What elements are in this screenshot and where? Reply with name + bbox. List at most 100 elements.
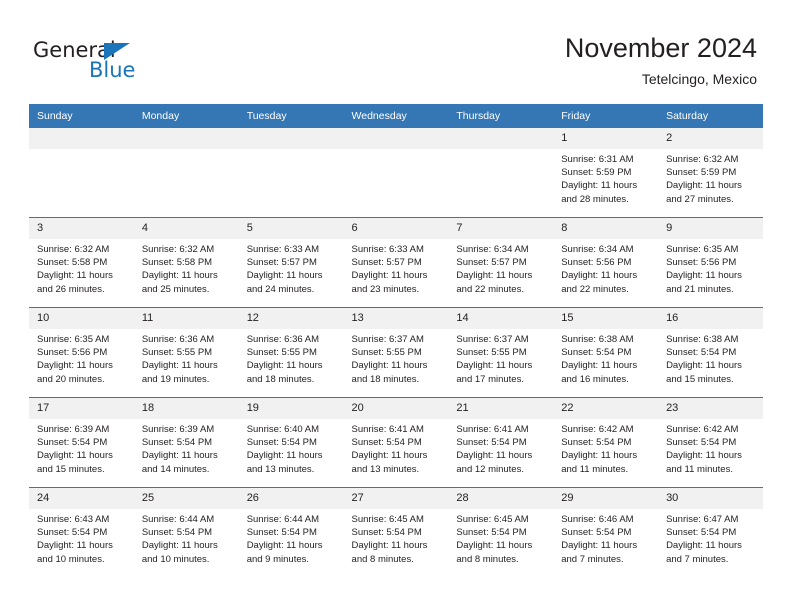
- daylight-text: Daylight: 11 hours and 7 minutes.: [561, 540, 638, 565]
- sunrise-text: Sunrise: 6:36 AM: [141, 334, 215, 345]
- day-details: Sunrise: 6:47 AM Sunset: 5:54 PM Daylight:…: [658, 509, 763, 566]
- logo-text-blue: Blue: [89, 58, 136, 82]
- day-number: 1: [553, 128, 659, 149]
- daylight-text: Daylight: 11 hours and 23 minutes.: [351, 270, 428, 295]
- day-number: 18: [133, 398, 239, 419]
- day-details: Sunrise: 6:41 AM Sunset: 5:54 PM Daylight:…: [448, 419, 553, 476]
- sunset-text: Sunset: 5:58 PM: [141, 257, 213, 269]
- calendar-day-cell[interactable]: 11 Sunrise: 6:36 AM Sunset: 5:55 PM Dayligh…: [133, 307, 239, 398]
- calendar-day-cell[interactable]: 21 Sunrise: 6:41 AM Sunset: 5:54 PM Dayligh…: [448, 397, 554, 488]
- sunrise-text: Sunrise: 6:45 AM: [456, 514, 529, 525]
- sunrise-text: Sunrise: 6:46 AM: [561, 514, 634, 525]
- sunset-text: Sunset: 5:54 PM: [246, 437, 317, 449]
- calendar-day-cell[interactable]: 13 Sunrise: 6:37 AM Sunset: 5:55 PM Dayligh…: [343, 307, 449, 398]
- sunset-text: Sunset: 5:57 PM: [456, 257, 527, 269]
- sunrise-text: Sunrise: 6:40 AM: [246, 424, 320, 435]
- day-details: Sunrise: 6:42 AM Sunset: 5:54 PM Daylight:…: [658, 419, 763, 476]
- calendar-day-cell[interactable]: 5 Sunrise: 6:33 AM Sunset: 5:57 PM Daylight…: [238, 217, 344, 308]
- calendar-day-cell[interactable]: 6 Sunrise: 6:33 AM Sunset: 5:57 PM Daylight…: [343, 217, 449, 308]
- sunrise-text: Sunrise: 6:45 AM: [351, 514, 424, 525]
- sunrise-text: Sunrise: 6:34 AM: [561, 244, 634, 255]
- calendar-day-cell[interactable]: 14 Sunrise: 6:37 AM Sunset: 5:55 PM Dayligh…: [448, 307, 554, 398]
- calendar-day-cell[interactable]: 12 Sunrise: 6:36 AM Sunset: 5:55 PM Dayligh…: [238, 307, 344, 398]
- day-number: [133, 128, 239, 149]
- sunrise-text: Sunrise: 6:41 AM: [456, 424, 529, 435]
- page-title: November 2024: [564, 33, 757, 63]
- daylight-text: Daylight: 11 hours and 17 minutes.: [456, 360, 533, 385]
- sunset-text: Sunset: 5:55 PM: [351, 347, 422, 359]
- calendar-day-cell[interactable]: 29 Sunrise: 6:46 AM Sunset: 5:54 PM Dayligh…: [553, 487, 659, 577]
- calendar-day-cell[interactable]: 2 Sunrise: 6:32 AM Sunset: 5:59 PM Daylight…: [658, 128, 763, 218]
- day-number: 10: [29, 308, 134, 329]
- calendar-day-cell[interactable]: 7 Sunrise: 6:34 AM Sunset: 5:57 PM Daylight…: [448, 217, 554, 308]
- sunrise-text: Sunrise: 6:44 AM: [246, 514, 320, 525]
- calendar-day-cell[interactable]: 25 Sunrise: 6:44 AM Sunset: 5:54 PM Dayligh…: [133, 487, 239, 577]
- page-header: General Blue November 2024 Tetelcingo, M…: [0, 0, 792, 100]
- sunrise-text: Sunrise: 6:34 AM: [456, 244, 529, 255]
- day-number: [343, 128, 449, 149]
- calendar-day-cell[interactable]: 4 Sunrise: 6:32 AM Sunset: 5:58 PM Daylight…: [133, 217, 239, 308]
- sunrise-text: Sunrise: 6:32 AM: [666, 154, 739, 165]
- calendar-day-cell[interactable]: 28 Sunrise: 6:45 AM Sunset: 5:54 PM Dayligh…: [448, 487, 554, 577]
- weekday-header-wednesday: Wednesday: [343, 104, 449, 128]
- brand-logo[interactable]: General Blue: [33, 38, 213, 86]
- sunset-text: Sunset: 5:54 PM: [666, 347, 737, 359]
- calendar-day-cell[interactable]: 19 Sunrise: 6:40 AM Sunset: 5:54 PM Dayligh…: [238, 397, 344, 488]
- day-details: Sunrise: 6:38 AM Sunset: 5:54 PM Daylight:…: [553, 329, 658, 386]
- sunrise-text: Sunrise: 6:37 AM: [456, 334, 529, 345]
- calendar-day-cell[interactable]: 23 Sunrise: 6:42 AM Sunset: 5:54 PM Dayligh…: [658, 397, 763, 488]
- sunset-text: Sunset: 5:54 PM: [246, 527, 317, 539]
- day-number: 17: [29, 398, 134, 419]
- calendar-day-cell[interactable]: 3 Sunrise: 6:32 AM Sunset: 5:58 PM Daylight…: [29, 217, 134, 308]
- day-details: Sunrise: 6:32 AM Sunset: 5:59 PM Daylight:…: [658, 149, 763, 206]
- title-block: November 2024 Tetelcingo, Mexico: [565, 32, 757, 89]
- calendar-day-cell[interactable]: 24 Sunrise: 6:43 AM Sunset: 5:54 PM Dayligh…: [29, 487, 134, 577]
- daylight-text: Daylight: 11 hours and 9 minutes.: [246, 540, 323, 565]
- calendar-day-cell[interactable]: 1 Sunrise: 6:31 AM Sunset: 5:59 PM Daylight…: [553, 128, 659, 218]
- calendar-day-cell[interactable]: 9 Sunrise: 6:35 AM Sunset: 5:56 PM Daylight…: [658, 217, 763, 308]
- calendar-day-cell[interactable]: 27 Sunrise: 6:45 AM Sunset: 5:54 PM Dayligh…: [343, 487, 449, 577]
- sunrise-text: Sunrise: 6:39 AM: [141, 424, 215, 435]
- day-number: 6: [343, 218, 449, 239]
- sunrise-text: Sunrise: 6:33 AM: [351, 244, 424, 255]
- calendar-header-row: Sunday Monday Tuesday Wednesday Thursday…: [29, 104, 763, 128]
- calendar-day-cell[interactable]: 18 Sunrise: 6:39 AM Sunset: 5:54 PM Dayligh…: [133, 397, 239, 488]
- day-details: Sunrise: 6:33 AM Sunset: 5:57 PM Daylight:…: [239, 239, 344, 296]
- calendar-day-cell[interactable]: 20 Sunrise: 6:41 AM Sunset: 5:54 PM Dayligh…: [343, 397, 449, 488]
- day-details: Sunrise: 6:39 AM Sunset: 5:54 PM Daylight:…: [134, 419, 239, 476]
- sunset-text: Sunset: 5:56 PM: [666, 257, 737, 269]
- daylight-text: Daylight: 11 hours and 11 minutes.: [666, 450, 742, 475]
- calendar-day-cell[interactable]: 16 Sunrise: 6:38 AM Sunset: 5:54 PM Dayligh…: [658, 307, 763, 398]
- daylight-text: Daylight: 11 hours and 8 minutes.: [351, 540, 428, 565]
- daylight-text: Daylight: 11 hours and 12 minutes.: [456, 450, 533, 475]
- day-details: Sunrise: 6:32 AM Sunset: 5:58 PM Daylight:…: [134, 239, 239, 296]
- weekday-header-tuesday: Tuesday: [238, 104, 344, 128]
- calendar-day-cell[interactable]: 22 Sunrise: 6:42 AM Sunset: 5:54 PM Dayligh…: [553, 397, 659, 488]
- calendar-day-cell[interactable]: 30 Sunrise: 6:47 AM Sunset: 5:54 PM Dayligh…: [658, 487, 763, 577]
- daylight-text: Daylight: 11 hours and 18 minutes.: [351, 360, 428, 385]
- calendar-day-cell[interactable]: 8 Sunrise: 6:34 AM Sunset: 5:56 PM Daylight…: [553, 217, 659, 308]
- day-number: [448, 128, 554, 149]
- calendar-body: 1 Sunrise: 6:31 AM Sunset: 5:59 PM Daylight…: [29, 128, 763, 577]
- daylight-text: Daylight: 11 hours and 20 minutes.: [37, 360, 113, 385]
- weekday-header-thursday: Thursday: [448, 104, 554, 128]
- calendar-day-cell[interactable]: 10 Sunrise: 6:35 AM Sunset: 5:56 PM Dayligh…: [29, 307, 134, 398]
- daylight-text: Daylight: 11 hours and 11 minutes.: [561, 450, 638, 475]
- sunset-text: Sunset: 5:54 PM: [37, 437, 108, 449]
- weekday-header-sunday: Sunday: [29, 104, 134, 128]
- sunset-text: Sunset: 5:54 PM: [141, 437, 213, 449]
- sunset-text: Sunset: 5:59 PM: [666, 167, 737, 179]
- calendar-day-cell[interactable]: 17 Sunrise: 6:39 AM Sunset: 5:54 PM Dayligh…: [29, 397, 134, 488]
- sunset-text: Sunset: 5:54 PM: [456, 437, 527, 449]
- calendar-page: General Blue November 2024 Tetelcingo, M…: [0, 0, 792, 612]
- calendar-day-cell[interactable]: 15 Sunrise: 6:38 AM Sunset: 5:54 PM Dayligh…: [553, 307, 659, 398]
- calendar-cell-empty: [29, 128, 134, 218]
- day-number: 4: [133, 218, 239, 239]
- day-number: 19: [238, 398, 344, 419]
- day-number: 27: [343, 488, 449, 509]
- calendar-cell-empty: [133, 128, 239, 218]
- day-details: Sunrise: 6:46 AM Sunset: 5:54 PM Daylight:…: [553, 509, 658, 566]
- day-details: Sunrise: 6:33 AM Sunset: 5:57 PM Daylight:…: [344, 239, 449, 296]
- sunset-text: Sunset: 5:54 PM: [561, 347, 632, 359]
- calendar-day-cell[interactable]: 26 Sunrise: 6:44 AM Sunset: 5:54 PM Dayligh…: [238, 487, 344, 577]
